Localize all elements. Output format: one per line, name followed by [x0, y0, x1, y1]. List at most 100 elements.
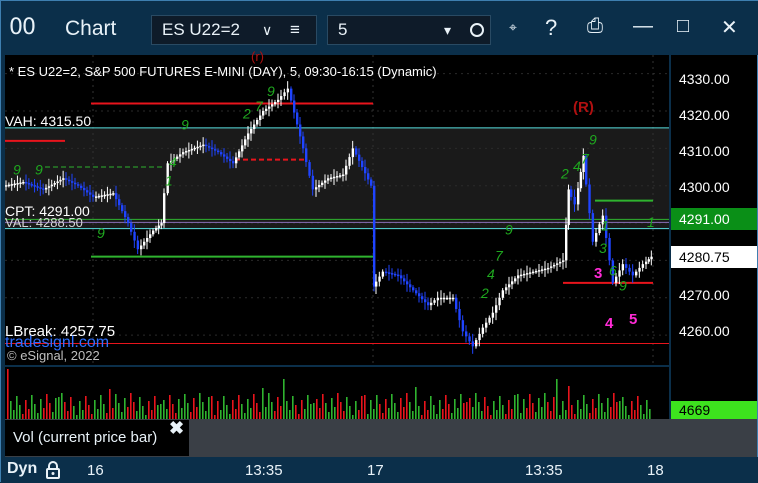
- volume-bar: [499, 396, 501, 419]
- td-count-digit: 1: [647, 214, 655, 230]
- td-count-digit: 1: [165, 173, 173, 189]
- clock-icon[interactable]: [470, 23, 484, 37]
- volume-bar: [604, 412, 606, 419]
- volume-bar: [238, 395, 240, 419]
- volume-pane[interactable]: [5, 367, 669, 419]
- price-bar: [608, 238, 611, 261]
- volume-bar: [586, 404, 588, 419]
- menu-icon[interactable]: ≡: [290, 16, 300, 44]
- scale-tick: 4320.00: [679, 107, 730, 123]
- volume-bar: [109, 389, 111, 419]
- volume-bar: [394, 403, 396, 419]
- price-bar: [538, 270, 541, 272]
- price-bar: [190, 148, 194, 151]
- help-icon[interactable]: ?: [545, 15, 557, 41]
- volume-bar: [193, 398, 195, 419]
- td-count-digit: 9: [589, 132, 597, 148]
- price-bar: [95, 196, 98, 198]
- volume-bar: [127, 407, 129, 419]
- template-icon[interactable]: ⎙: [587, 15, 603, 38]
- td-count-digit: 9: [97, 225, 105, 241]
- scale-tick: 4300.00: [679, 179, 730, 195]
- price-bar: [381, 271, 385, 277]
- price-bar: [19, 182, 22, 185]
- volume-bar: [46, 394, 48, 419]
- price-bar: [321, 182, 324, 185]
- price-bar: [187, 149, 191, 152]
- price-bar: [65, 178, 68, 180]
- volume-bar: [19, 405, 21, 419]
- maximize-icon[interactable]: □: [677, 15, 689, 38]
- volume-bar: [535, 412, 537, 419]
- time-axis[interactable]: Dyn 16 13:35 17 13:35 18: [1, 457, 758, 483]
- price-bar: [226, 156, 229, 159]
- volume-bar: [568, 386, 570, 419]
- price-bar: [92, 194, 95, 197]
- volume-bar: [139, 397, 141, 419]
- volume-bar: [277, 397, 279, 419]
- price-bar: [324, 180, 327, 183]
- price-bar: [385, 271, 388, 274]
- volume-bar: [601, 403, 603, 419]
- volume-bar: [133, 402, 135, 419]
- price-bar: [394, 273, 397, 276]
- dyn-label[interactable]: Dyn: [7, 460, 37, 478]
- chart-header: * ES U22=2, S&P 500 FUTURES E-MINI (DAY)…: [9, 64, 437, 79]
- volume-bar: [157, 405, 159, 419]
- price-bar: [253, 124, 256, 129]
- volume-bar: [73, 406, 75, 419]
- close-icon[interactable]: ✕: [721, 15, 738, 40]
- volume-bar: [340, 402, 342, 419]
- symbol-selector[interactable]: ES U22=2 ∨ ≡: [151, 15, 317, 45]
- close-tooltip-icon[interactable]: ✖: [169, 410, 184, 446]
- interval-value: 5: [338, 20, 348, 39]
- volume-bar: [415, 387, 417, 419]
- td-count-digit: 1: [601, 218, 609, 234]
- time-label: 17: [367, 462, 384, 479]
- price-bar: [25, 181, 28, 184]
- volume-bar: [280, 406, 282, 419]
- volume-bar: [556, 379, 558, 419]
- price-bar: [232, 161, 235, 164]
- price-bar: [415, 290, 418, 294]
- price-bar: [355, 148, 358, 155]
- dropdown-arrow-icon[interactable]: ▾: [444, 16, 451, 44]
- price-bar: [468, 336, 471, 342]
- volume-bar: [376, 395, 378, 419]
- volume-bar: [232, 400, 234, 419]
- price-bar: [220, 152, 223, 155]
- price-bar: [559, 261, 562, 264]
- price-bar: [550, 266, 553, 268]
- price-bar: [115, 193, 118, 200]
- volume-bar: [316, 399, 318, 419]
- td-count-digit: 3: [599, 240, 607, 256]
- count-tag-3: 3: [594, 265, 603, 282]
- volume-bar: [247, 399, 249, 419]
- price-bar: [406, 281, 409, 285]
- td-count-digit: 7: [495, 247, 504, 263]
- volume-bar: [397, 412, 399, 419]
- volume-bar: [55, 398, 57, 419]
- price-bar: [136, 240, 140, 250]
- volume-bar: [217, 401, 219, 419]
- price-bar: [127, 217, 130, 224]
- interval-selector[interactable]: 5 ▾: [327, 15, 491, 45]
- volume-bar: [301, 400, 303, 419]
- price-bar: [268, 106, 271, 109]
- time-label: 16: [87, 462, 104, 479]
- lock-icon[interactable]: [45, 461, 61, 479]
- volume-bar: [262, 388, 264, 419]
- price-bar: [86, 190, 89, 193]
- volume-bar: [187, 403, 189, 419]
- price-scale[interactable]: 4330.00 4320.00 4310.00 4300.00 4270.00 …: [671, 55, 757, 419]
- volume-bar: [388, 408, 390, 419]
- price-bar: [68, 179, 71, 182]
- pin-icon[interactable]: ⌖: [509, 19, 517, 36]
- volume-bar: [202, 402, 204, 419]
- price-chart[interactable]: 9999412799742247916913 * ES U22=2, S&P 5…: [5, 49, 669, 365]
- price-bar: [421, 296, 424, 300]
- chevron-down-icon[interactable]: ∨: [262, 16, 272, 44]
- price-bar: [436, 297, 440, 301]
- minimize-icon[interactable]: —: [633, 15, 653, 38]
- price-bar: [7, 184, 11, 187]
